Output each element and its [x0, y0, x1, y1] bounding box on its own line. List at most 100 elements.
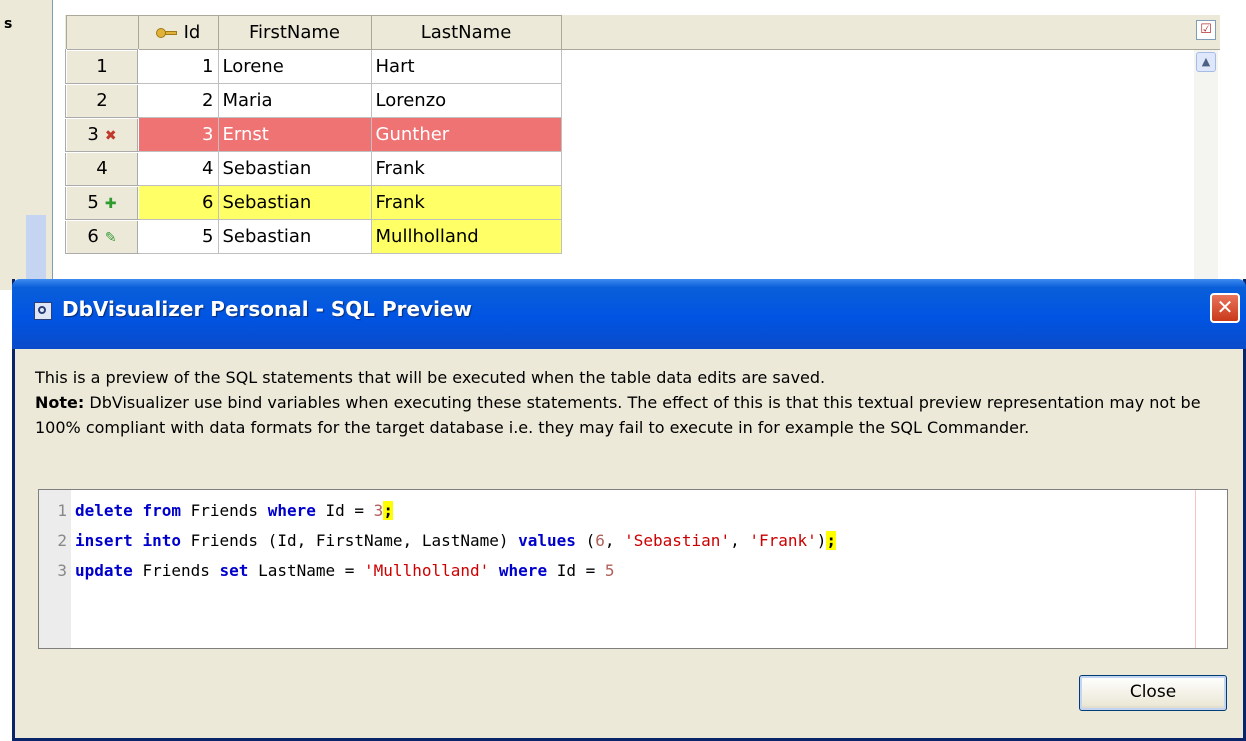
- close-button[interactable]: Close: [1079, 675, 1227, 711]
- cell-firstname[interactable]: Sebastian: [217, 219, 372, 254]
- cell-lastname[interactable]: Gunther: [370, 117, 562, 152]
- data-grid: Id FirstName LastName 1 1 Lorene Hart 2 …: [65, 15, 562, 255]
- sql-token: ,: [730, 531, 750, 550]
- sql-token: LastName: [258, 561, 336, 580]
- cell-firstname[interactable]: Sebastian: [217, 151, 372, 186]
- cell-id[interactable]: 3: [137, 117, 219, 152]
- sql-token: ): [498, 531, 519, 550]
- cell-lastname[interactable]: Mullholland: [370, 219, 562, 254]
- row-number[interactable]: 4: [65, 150, 139, 187]
- sql-editor[interactable]: 1 delete from Friends where Id = 3; 2 inse…: [38, 489, 1228, 649]
- sql-token: =: [335, 561, 365, 580]
- column-header-id-label: Id: [183, 22, 201, 43]
- sql-kw-token: from: [142, 501, 181, 520]
- cell-id[interactable]: 5: [137, 219, 219, 254]
- sql-line-2: 2 insert into Friends (Id, FirstName, Las…: [39, 526, 837, 556]
- row-number[interactable]: 1: [65, 48, 139, 85]
- sql-kw-token: insert: [75, 531, 133, 550]
- dialog-titlebar[interactable]: DbVisualizer Personal - SQL Preview ✕: [12, 279, 1246, 349]
- note-paragraph: Note: DbVisualizer use bind variables wh…: [35, 390, 1225, 440]
- row-number-label: 6: [87, 226, 99, 247]
- sql-token: ,: [604, 531, 625, 550]
- sql-token: =: [575, 561, 605, 580]
- sql-token: Id: [325, 501, 345, 520]
- column-header-firstname[interactable]: FirstName: [217, 15, 372, 50]
- inserted-marker-icon: ✚: [104, 196, 117, 212]
- sql-token: ,: [402, 531, 422, 550]
- sql-kw-token: delete: [75, 501, 133, 520]
- cell-id[interactable]: 1: [137, 49, 219, 84]
- checklist-icon[interactable]: ☑: [1196, 20, 1216, 40]
- row-number-label: 3: [87, 124, 99, 145]
- table-row[interactable]: 5 ✚ 6 Sebastian Frank: [65, 184, 562, 221]
- table-row[interactable]: 6 ✎ 5 Sebastian Mullholland: [65, 218, 562, 255]
- sql-kw-token: set: [219, 561, 249, 580]
- table-row[interactable]: 1 1 Lorene Hart: [65, 48, 562, 85]
- sql-kw-token: values: [518, 531, 576, 550]
- column-header-lastname[interactable]: LastName: [370, 15, 562, 50]
- sql-kw-token: where: [498, 561, 548, 580]
- edited-marker-icon: ✎: [104, 230, 117, 246]
- dialog-description: This is a preview of the SQL statements …: [35, 365, 1225, 440]
- scroll-up-arrow-icon[interactable]: ▲: [1196, 52, 1216, 72]
- cell-id[interactable]: 6: [137, 185, 219, 220]
- cell-id[interactable]: 4: [137, 151, 219, 186]
- sql-token: Id: [556, 561, 576, 580]
- cell-lastname[interactable]: Lorenzo: [370, 83, 562, 118]
- cell-id[interactable]: 2: [137, 83, 219, 118]
- sql-token: Id: [277, 531, 297, 550]
- primary-key-icon: [155, 28, 178, 38]
- row-number-label: 1: [96, 56, 108, 77]
- right-margin-line: [1195, 490, 1196, 648]
- sql-num-token: 6: [595, 531, 605, 550]
- sql-line-3: 3 update Friends set LastName = 'Mullholl…: [39, 556, 615, 586]
- sql-str-token: 'Mullholland': [364, 561, 490, 580]
- deleted-marker-icon: ✖: [104, 128, 117, 144]
- sql-str-token: 'Frank': [749, 531, 817, 550]
- cell-firstname[interactable]: Lorene: [217, 49, 372, 84]
- cell-lastname[interactable]: Hart: [370, 49, 562, 84]
- row-number-label: 2: [96, 90, 108, 111]
- table-row[interactable]: 3 ✖ 3 Ernst Gunther: [65, 116, 562, 153]
- close-icon[interactable]: ✕: [1210, 293, 1240, 323]
- row-number-label: 5: [87, 192, 99, 213]
- sql-token: LastName: [421, 531, 499, 550]
- row-number[interactable]: 2: [65, 82, 139, 119]
- table-row[interactable]: 2 2 Maria Lorenzo: [65, 82, 562, 119]
- sql-semi-token: ;: [826, 531, 837, 550]
- sql-str-token: 'Sebastian': [624, 531, 731, 550]
- column-header-id[interactable]: Id: [137, 15, 219, 50]
- sql-num-token: 5: [604, 561, 615, 580]
- cell-lastname[interactable]: Frank: [370, 151, 562, 186]
- left-panel-label: s: [4, 16, 13, 32]
- line-number: 2: [57, 531, 67, 550]
- cell-firstname[interactable]: Ernst: [217, 117, 372, 152]
- grid-header-row: Id FirstName LastName: [65, 15, 562, 50]
- row-number[interactable]: 3 ✖: [65, 116, 139, 153]
- sql-semi-token: ;: [383, 501, 393, 520]
- sql-kw-token: where: [267, 501, 316, 520]
- sql-token: =: [344, 501, 374, 520]
- sql-token: Friends: [190, 501, 259, 520]
- sql-token: ): [816, 531, 827, 550]
- cell-firstname[interactable]: Sebastian: [217, 185, 372, 220]
- vertical-scrollbar[interactable]: [1194, 50, 1218, 290]
- cell-lastname[interactable]: Frank: [370, 185, 562, 220]
- sql-token: Friends: [142, 561, 210, 580]
- row-number[interactable]: 5 ✚: [65, 184, 139, 221]
- dialog-title: DbVisualizer Personal - SQL Preview: [62, 297, 472, 321]
- sql-token: (: [258, 531, 278, 550]
- cell-firstname[interactable]: Maria: [217, 83, 372, 118]
- table-row[interactable]: 4 4 Sebastian Frank: [65, 150, 562, 187]
- sql-kw-token: update: [75, 561, 133, 580]
- row-number[interactable]: 6 ✎: [65, 218, 139, 255]
